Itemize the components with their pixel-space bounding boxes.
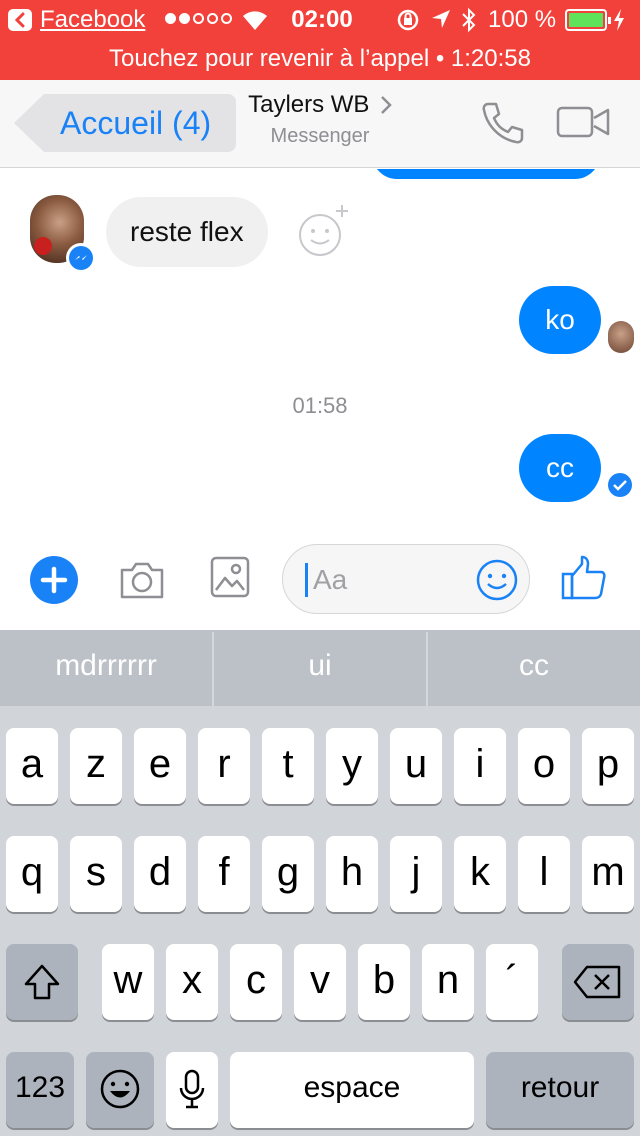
message-bubble-incoming[interactable]: reste flex — [106, 197, 268, 267]
add-reaction-icon[interactable] — [296, 203, 352, 264]
signal-strength — [165, 13, 232, 24]
key-q[interactable]: q — [6, 836, 58, 912]
key-f[interactable]: f — [198, 836, 250, 912]
key-k[interactable]: k — [454, 836, 506, 912]
delivered-check-icon — [608, 473, 632, 497]
location-icon — [430, 8, 452, 35]
message-timestamp: 01:58 — [292, 393, 348, 418]
key-t[interactable]: t — [262, 728, 314, 804]
key-j[interactable]: j — [390, 836, 442, 912]
message-input-placeholder: Aa — [313, 564, 348, 595]
key-a[interactable]: a — [6, 728, 58, 804]
return-key[interactable]: retour — [486, 1052, 634, 1128]
key-v[interactable]: v — [294, 944, 346, 1020]
message-composer: Aa — [0, 530, 640, 630]
key-w[interactable]: w — [102, 944, 154, 1020]
emoji-keyboard-key[interactable] — [86, 1052, 154, 1128]
emoji-icon[interactable] — [475, 558, 519, 607]
suggestion-1[interactable]: mdrrrrrr — [0, 630, 212, 706]
key-n[interactable]: n — [422, 944, 474, 1020]
key-z[interactable]: z — [70, 728, 122, 804]
bluetooth-icon — [460, 6, 478, 39]
predictive-suggestions: mdrrrrrr ui cc — [0, 630, 640, 706]
conversation-subtitle: Messenger — [270, 125, 370, 147]
back-arrow-icon[interactable] — [8, 9, 32, 31]
key-i[interactable]: i — [454, 728, 506, 804]
key-h[interactable]: h — [326, 836, 378, 912]
key-s[interactable]: s — [70, 836, 122, 912]
keyboard: mdrrrrrr ui cc a z e r t y u i o p q s d… — [0, 630, 640, 1136]
emoji-keyboard-icon — [100, 1069, 140, 1109]
backspace-icon — [573, 965, 621, 999]
key-p[interactable]: p — [582, 728, 634, 804]
phone-icon[interactable] — [480, 100, 526, 151]
key-d[interactable]: d — [134, 836, 186, 912]
messenger-badge-icon — [66, 243, 96, 273]
key-acute-accent[interactable]: ´ — [486, 944, 538, 1020]
key-l[interactable]: l — [518, 836, 570, 912]
key-x[interactable]: x — [166, 944, 218, 1020]
key-y[interactable]: y — [326, 728, 378, 804]
key-g[interactable]: g — [262, 836, 314, 912]
chevron-right-icon — [380, 95, 392, 120]
suggestion-3[interactable]: cc — [428, 630, 640, 706]
key-b[interactable]: b — [358, 944, 410, 1020]
key-o[interactable]: o — [518, 728, 570, 804]
message-bubble-outgoing[interactable]: cc — [519, 434, 601, 502]
return-to-call-banner[interactable]: Touchez pour revenir à l’appel • 1:20:58 — [0, 40, 640, 78]
numbers-key[interactable]: 123 — [6, 1052, 74, 1128]
microphone-key[interactable] — [166, 1052, 218, 1128]
camera-icon[interactable] — [118, 560, 166, 605]
contact-name: Taylers WB — [248, 91, 370, 118]
gallery-icon[interactable] — [210, 556, 250, 603]
plus-icon[interactable] — [30, 556, 78, 604]
shift-icon — [24, 964, 60, 1000]
message-bubble-outgoing-partial — [372, 169, 600, 179]
space-key[interactable]: espace — [230, 1052, 474, 1128]
conversation-header: Accueil (4) Taylers WB Messenger — [0, 80, 640, 168]
suggestion-2[interactable]: ui — [214, 630, 426, 706]
battery-percentage: 100 % — [488, 6, 557, 33]
key-c[interactable]: c — [230, 944, 282, 1020]
seen-avatar — [608, 321, 634, 353]
thumbs-up-icon[interactable] — [560, 554, 608, 607]
status-bar: Facebook 02:00 100 % Touchez pour reveni… — [0, 0, 640, 80]
key-u[interactable]: u — [390, 728, 442, 804]
conversation-title[interactable]: Taylers WB Messenger — [220, 88, 420, 150]
shift-key[interactable] — [6, 944, 78, 1020]
back-button[interactable]: Accueil (4) — [14, 94, 236, 152]
microphone-icon — [179, 1069, 205, 1109]
key-m[interactable]: m — [582, 836, 634, 912]
text-caret — [305, 563, 308, 597]
message-input[interactable]: Aa — [282, 544, 530, 614]
back-to-app-link[interactable]: Facebook — [40, 4, 145, 36]
back-button-label: Accueil (4) — [60, 105, 212, 141]
message-bubble-outgoing[interactable]: ko — [519, 286, 601, 354]
video-camera-icon[interactable] — [556, 106, 610, 143]
charging-bolt-icon — [612, 8, 626, 37]
key-e[interactable]: e — [134, 728, 186, 804]
battery-icon — [565, 9, 611, 31]
rotation-lock-icon — [396, 8, 420, 37]
key-r[interactable]: r — [198, 728, 250, 804]
backspace-key[interactable] — [562, 944, 634, 1020]
clock: 02:00 — [291, 6, 353, 33]
message-thread[interactable]: reste flex ko 01:58 cc — [0, 169, 640, 529]
